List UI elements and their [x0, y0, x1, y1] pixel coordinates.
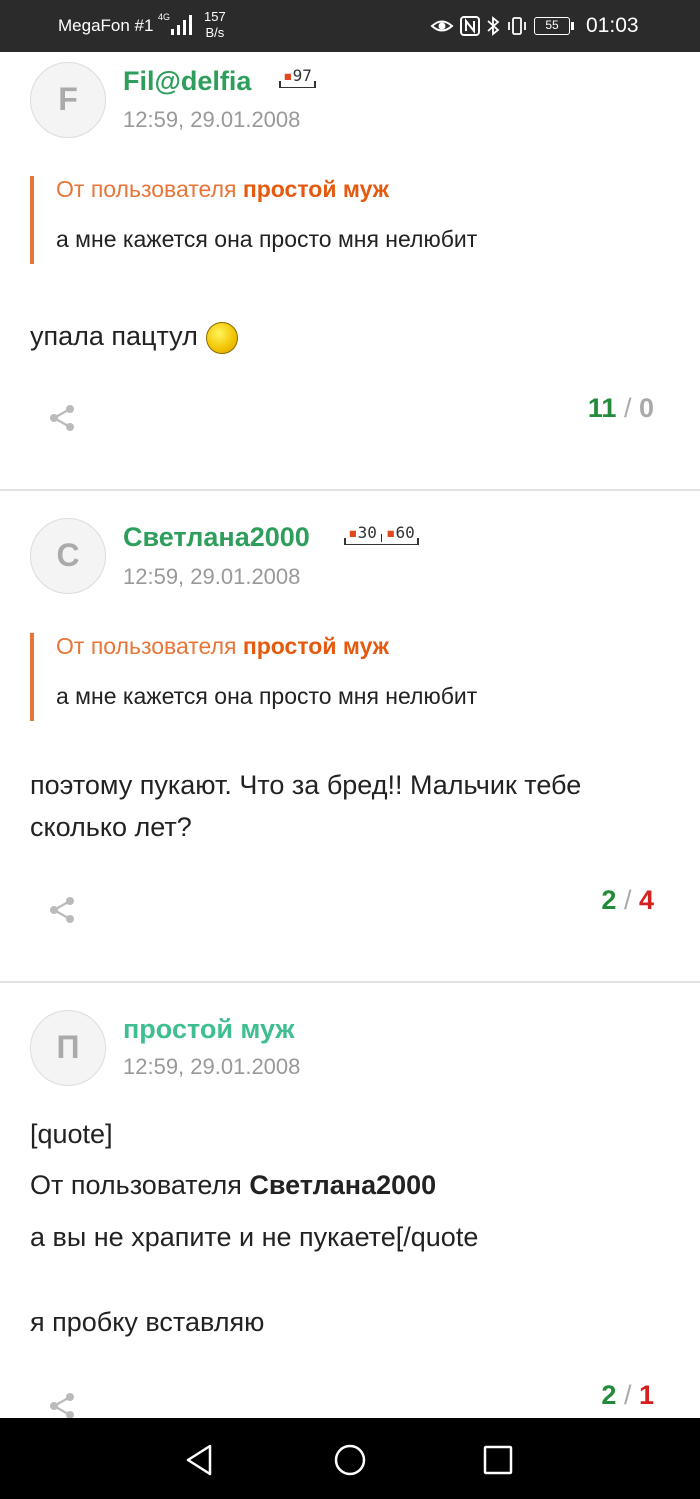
- avatar[interactable]: F: [30, 62, 106, 138]
- quote-user[interactable]: простой муж: [243, 176, 389, 202]
- smiley-icon: [205, 321, 238, 354]
- comment-date: 12:59, 29.01.2008: [123, 564, 301, 589]
- clock: 01:03: [586, 14, 639, 37]
- status-bar: MegaFon #1 4G 157 B/s 55 01:03: [0, 0, 700, 52]
- quote-user[interactable]: простой муж: [243, 633, 389, 659]
- nfc-icon: [460, 16, 480, 36]
- vote-separator: /: [623, 1380, 632, 1410]
- quoted-user: Светлана2000: [249, 1170, 437, 1200]
- speed-unit: B/s: [205, 25, 225, 40]
- back-icon[interactable]: [180, 1440, 220, 1480]
- battery-level: 55: [534, 17, 570, 35]
- comment-text-line: я пробку вставляю: [30, 1307, 265, 1337]
- vote-counter: 2 / 4: [601, 885, 654, 916]
- votes-down[interactable]: 4: [639, 885, 654, 915]
- rating-value: 97: [292, 66, 312, 85]
- quote-prefix: От пользователя: [30, 1170, 250, 1200]
- vote-counter: 11 / 0: [588, 393, 654, 424]
- recents-icon[interactable]: [478, 1440, 518, 1480]
- comment-text-line: а вы не храпите и не пукаете[/quote: [30, 1222, 479, 1252]
- quote-header: От пользователя простой муж: [56, 633, 389, 660]
- avatar[interactable]: С: [30, 518, 106, 594]
- quote-prefix: От пользователя: [56, 633, 243, 659]
- comment-text-line: [quote]: [30, 1119, 113, 1149]
- comment-date: 12:59, 29.01.2008: [123, 1054, 301, 1079]
- vote-counter: 2 / 1: [601, 1380, 654, 1411]
- system-nav-bar: [0, 1418, 700, 1499]
- votes-down[interactable]: 1: [639, 1380, 654, 1410]
- comment-text: упала пацтул: [30, 315, 680, 357]
- comment-text: поэтому пукают. Что за бред!! Мальчик те…: [30, 770, 582, 842]
- rating-value: 30: [357, 523, 377, 542]
- quote-prefix: От пользователя: [56, 176, 243, 202]
- vote-separator: /: [623, 393, 632, 423]
- votes-down[interactable]: 0: [639, 393, 654, 423]
- eye-comfort-icon: [430, 20, 454, 32]
- votes-up[interactable]: 11: [588, 393, 617, 423]
- share-icon[interactable]: [46, 402, 78, 434]
- avatar[interactable]: П: [30, 1010, 106, 1086]
- network-type: 4G: [158, 12, 171, 22]
- vote-separator: /: [623, 885, 632, 915]
- quote-text: а мне кажется она просто мня нелюбит: [56, 226, 478, 252]
- home-icon[interactable]: [330, 1440, 370, 1480]
- quote-header: От пользователя простой муж: [56, 176, 389, 203]
- signal-icon: [171, 15, 192, 35]
- status-icons: 55 01:03: [430, 12, 639, 40]
- quote-text: а мне кажется она просто мня нелюбит: [56, 683, 478, 709]
- carrier-name: MegaFon #1: [58, 16, 154, 35]
- divider: [0, 489, 700, 491]
- speed-value: 157: [204, 9, 226, 24]
- quote-block: От пользователя простой муж а мне кажетс…: [30, 633, 650, 721]
- votes-up[interactable]: 2: [601, 1380, 616, 1410]
- quote-block: От пользователя простой муж а мне кажетс…: [30, 176, 650, 264]
- comment-date: 12:59, 29.01.2008: [123, 107, 301, 132]
- bluetooth-icon: [487, 16, 500, 36]
- rating-value: 60: [395, 523, 415, 542]
- share-icon[interactable]: [46, 894, 78, 926]
- author-name[interactable]: простой муж: [123, 1014, 295, 1045]
- divider: [0, 981, 700, 983]
- user-rating-badge: ▪30 ▪60: [344, 523, 419, 545]
- author-name[interactable]: Светлана2000: [123, 522, 310, 553]
- comment-text-line: От пользователя Светлана2000: [30, 1164, 680, 1206]
- comment-text-content: упала пацтул: [30, 321, 198, 351]
- vibrate-icon: [508, 17, 526, 35]
- user-rating-badge: ▪97: [279, 66, 316, 88]
- author-name[interactable]: Fil@delfia: [123, 66, 251, 97]
- network-speed: 157 B/s: [204, 9, 226, 41]
- votes-up[interactable]: 2: [601, 885, 616, 915]
- battery-icon: 55: [534, 17, 574, 35]
